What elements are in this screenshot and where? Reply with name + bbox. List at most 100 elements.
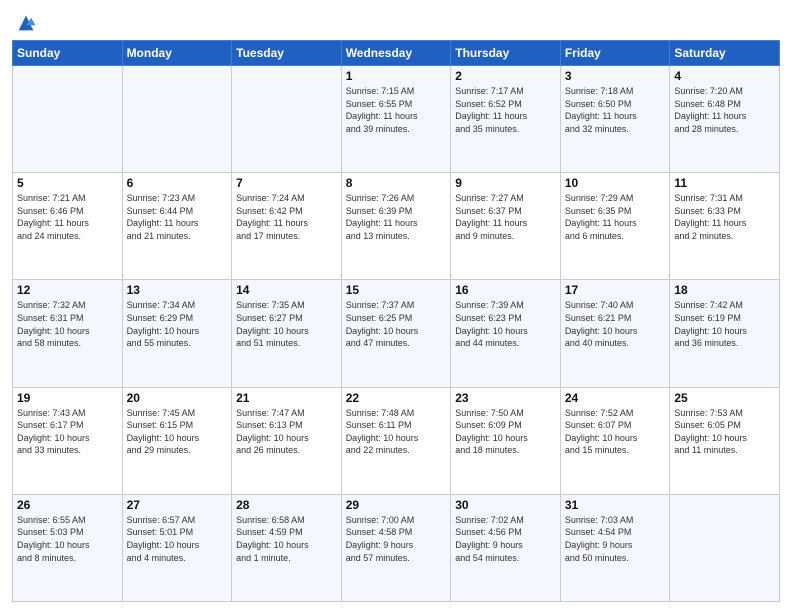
day-info: Sunrise: 7:24 AM Sunset: 6:42 PM Dayligh… [236,192,337,242]
day-info: Sunrise: 7:03 AM Sunset: 4:54 PM Dayligh… [565,514,666,564]
day-number: 23 [455,391,556,405]
col-thursday: Thursday [451,41,561,66]
day-info: Sunrise: 7:39 AM Sunset: 6:23 PM Dayligh… [455,299,556,349]
day-info: Sunrise: 7:31 AM Sunset: 6:33 PM Dayligh… [674,192,775,242]
table-row: 21Sunrise: 7:47 AM Sunset: 6:13 PM Dayli… [232,387,342,494]
day-info: Sunrise: 6:57 AM Sunset: 5:01 PM Dayligh… [127,514,228,564]
day-info: Sunrise: 7:50 AM Sunset: 6:09 PM Dayligh… [455,407,556,457]
table-row: 8 Sunrise: 7:26 AM Sunset: 6:39 PM Daylig… [341,173,451,280]
day-number: 2 [455,69,556,83]
table-row: 16 Sunrise: 7:39 AM Sunset: 6:23 PM Dayli… [451,280,561,387]
col-sunday: Sunday [13,41,123,66]
day-number: 10 [565,176,666,190]
day-number: 17 [565,283,666,297]
day-info: Sunrise: 7:45 AM Sunset: 6:15 PM Dayligh… [127,407,228,457]
table-row: 6Sunrise: 7:23 AM Sunset: 6:44 PM Daylig… [122,173,232,280]
table-row: 20 Sunrise: 7:45 AM Sunset: 6:15 PM Dayli… [122,387,232,494]
col-saturday: Saturday [670,41,780,66]
day-info: Sunrise: 7:02 AM Sunset: 4:56 PM Dayligh… [455,514,556,564]
table-row: 23 Sunrise: 7:50 AM Sunset: 6:09 PM Dayli… [451,387,561,494]
day-number: 31 [565,498,666,512]
day-number: 3 [565,69,666,83]
day-info: Sunrise: 7:18 AM Sunset: 6:50 PM Dayligh… [565,85,666,135]
day-info: Sunrise: 7:52 AM Sunset: 6:07 PM Dayligh… [565,407,666,457]
day-info: Sunrise: 6:55 AM Sunset: 5:03 PM Dayligh… [17,514,118,564]
day-number: 24 [565,391,666,405]
calendar-week-row: 12Sunrise: 7:32 AM Sunset: 6:31 PM Dayli… [13,280,780,387]
day-number: 27 [127,498,228,512]
day-number: 25 [674,391,775,405]
day-number: 16 [455,283,556,297]
day-info: Sunrise: 6:58 AM Sunset: 4:59 PM Dayligh… [236,514,337,564]
table-row [13,66,123,173]
day-number: 13 [127,283,228,297]
header [12,10,780,34]
day-number: 9 [455,176,556,190]
day-info: Sunrise: 7:37 AM Sunset: 6:25 PM Dayligh… [346,299,447,349]
table-row: 14Sunrise: 7:35 AM Sunset: 6:27 PM Dayli… [232,280,342,387]
table-row: 18 Sunrise: 7:42 AM Sunset: 6:19 PM Dayli… [670,280,780,387]
calendar-week-row: 26 Sunrise: 6:55 AM Sunset: 5:03 PM Dayli… [13,494,780,601]
table-row: 12Sunrise: 7:32 AM Sunset: 6:31 PM Dayli… [13,280,123,387]
calendar-week-row: 19 Sunrise: 7:43 AM Sunset: 6:17 PM Dayli… [13,387,780,494]
col-friday: Friday [560,41,670,66]
table-row: 25Sunrise: 7:53 AM Sunset: 6:05 PM Dayli… [670,387,780,494]
day-info: Sunrise: 7:34 AM Sunset: 6:29 PM Dayligh… [127,299,228,349]
table-row [670,494,780,601]
calendar-header-row: Sunday Monday Tuesday Wednesday Thursday… [13,41,780,66]
day-number: 1 [346,69,447,83]
table-row [122,66,232,173]
calendar-table: Sunday Monday Tuesday Wednesday Thursday… [12,40,780,602]
table-row: 5Sunrise: 7:21 AM Sunset: 6:46 PM Daylig… [13,173,123,280]
logo-icon [15,12,37,34]
day-number: 4 [674,69,775,83]
page-container: Sunday Monday Tuesday Wednesday Thursday… [0,0,792,612]
day-info: Sunrise: 7:43 AM Sunset: 6:17 PM Dayligh… [17,407,118,457]
table-row: 31 Sunrise: 7:03 AM Sunset: 4:54 PM Dayli… [560,494,670,601]
logo [12,10,37,34]
day-number: 15 [346,283,447,297]
day-info: Sunrise: 7:26 AM Sunset: 6:39 PM Dayligh… [346,192,447,242]
day-number: 20 [127,391,228,405]
day-info: Sunrise: 7:29 AM Sunset: 6:35 PM Dayligh… [565,192,666,242]
calendar-week-row: 1 Sunrise: 7:15 AM Sunset: 6:55 PM Daylig… [13,66,780,173]
day-number: 14 [236,283,337,297]
day-number: 8 [346,176,447,190]
day-info: Sunrise: 7:27 AM Sunset: 6:37 PM Dayligh… [455,192,556,242]
table-row: 11 Sunrise: 7:31 AM Sunset: 6:33 PM Dayli… [670,173,780,280]
day-info: Sunrise: 7:40 AM Sunset: 6:21 PM Dayligh… [565,299,666,349]
col-tuesday: Tuesday [232,41,342,66]
day-number: 22 [346,391,447,405]
table-row: 3 Sunrise: 7:18 AM Sunset: 6:50 PM Daylig… [560,66,670,173]
day-number: 18 [674,283,775,297]
day-number: 21 [236,391,337,405]
table-row: 22Sunrise: 7:48 AM Sunset: 6:11 PM Dayli… [341,387,451,494]
day-info: Sunrise: 7:15 AM Sunset: 6:55 PM Dayligh… [346,85,447,135]
table-row: 29 Sunrise: 7:00 AM Sunset: 4:58 PM Dayli… [341,494,451,601]
table-row: 10 Sunrise: 7:29 AM Sunset: 6:35 PM Dayli… [560,173,670,280]
day-info: Sunrise: 7:20 AM Sunset: 6:48 PM Dayligh… [674,85,775,135]
table-row: 2Sunrise: 7:17 AM Sunset: 6:52 PM Daylig… [451,66,561,173]
table-row: 4 Sunrise: 7:20 AM Sunset: 6:48 PM Daylig… [670,66,780,173]
table-row: 26 Sunrise: 6:55 AM Sunset: 5:03 PM Dayli… [13,494,123,601]
day-number: 7 [236,176,337,190]
table-row: 9 Sunrise: 7:27 AM Sunset: 6:37 PM Daylig… [451,173,561,280]
day-number: 19 [17,391,118,405]
day-number: 30 [455,498,556,512]
table-row: 1 Sunrise: 7:15 AM Sunset: 6:55 PM Daylig… [341,66,451,173]
day-number: 29 [346,498,447,512]
col-monday: Monday [122,41,232,66]
table-row: 7 Sunrise: 7:24 AM Sunset: 6:42 PM Daylig… [232,173,342,280]
day-number: 28 [236,498,337,512]
table-row [232,66,342,173]
table-row: 15 Sunrise: 7:37 AM Sunset: 6:25 PM Dayli… [341,280,451,387]
col-wednesday: Wednesday [341,41,451,66]
day-info: Sunrise: 7:42 AM Sunset: 6:19 PM Dayligh… [674,299,775,349]
calendar-week-row: 5Sunrise: 7:21 AM Sunset: 6:46 PM Daylig… [13,173,780,280]
day-number: 11 [674,176,775,190]
day-info: Sunrise: 7:32 AM Sunset: 6:31 PM Dayligh… [17,299,118,349]
day-number: 26 [17,498,118,512]
table-row: 17 Sunrise: 7:40 AM Sunset: 6:21 PM Dayli… [560,280,670,387]
table-row: 28 Sunrise: 6:58 AM Sunset: 4:59 PM Dayli… [232,494,342,601]
day-info: Sunrise: 7:00 AM Sunset: 4:58 PM Dayligh… [346,514,447,564]
